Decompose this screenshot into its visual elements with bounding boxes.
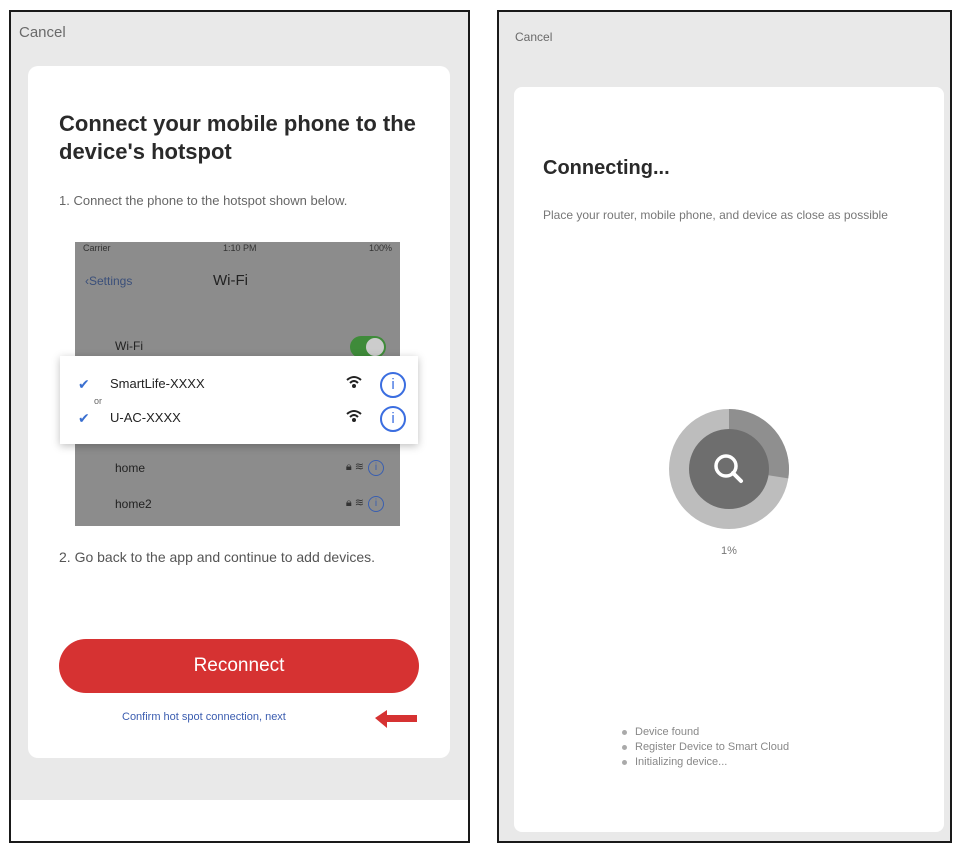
wifi-icon <box>346 409 362 426</box>
mock-back-label: Settings <box>89 274 133 288</box>
info-icon: i <box>368 496 384 512</box>
mock-wifi-toggle <box>350 336 386 358</box>
bullet-icon <box>622 729 627 735</box>
bottom-area <box>11 800 468 841</box>
toggle-knob <box>366 338 384 356</box>
info-icon: i <box>380 406 406 432</box>
page-title: Connect your mobile phone to the device'… <box>59 111 416 164</box>
wifi-icon <box>346 375 362 392</box>
connecting-description: Place your router, mobile phone, and dev… <box>543 208 888 222</box>
page-title: Connecting... <box>543 157 670 179</box>
bullet-icon <box>622 744 627 750</box>
cancel-button[interactable]: Cancel <box>515 30 552 44</box>
info-icon: i <box>380 372 406 398</box>
mock-battery: 100% <box>368 243 392 253</box>
or-separator: or <box>94 396 103 406</box>
check-icon: ✔ <box>78 376 90 392</box>
progress-ring <box>663 403 795 535</box>
mock-wifi-label: Wi-Fi <box>115 339 143 353</box>
hotspot-row: ✔ U-AC-XXXX i <box>60 406 418 434</box>
hotspot-ssid: SmartLife-XXXX <box>110 376 205 391</box>
progress-percent: 1% <box>721 545 737 557</box>
step-one-text: 1. Connect the phone to the hotspot show… <box>59 193 348 208</box>
mock-time: 1:10 PM <box>222 243 257 253</box>
status-item: Initializing device... <box>622 755 789 770</box>
cancel-button[interactable]: Cancel <box>19 24 66 41</box>
hotspot-ssid: U-AC-XXXX <box>110 410 181 425</box>
hotspot-network-popup: ✔ SmartLife-XXXX i or ✔ U-AC-XXXX i <box>60 356 418 444</box>
arrow-pointer-icon <box>375 710 417 728</box>
lock-icon: 🔒︎ <box>345 497 352 509</box>
mock-network-name: home <box>115 461 146 475</box>
check-icon: ✔ <box>78 410 90 426</box>
mock-status-bar: Carrier 1:10 PM 100% <box>75 242 400 254</box>
right-phone-screen: Cancel Connecting... Place your router, … <box>497 10 952 843</box>
status-item: Device found <box>622 725 789 740</box>
connection-status-list: Device found Register Device to Smart Cl… <box>622 725 789 770</box>
bullet-icon <box>622 759 627 765</box>
left-phone-screen: Cancel Connect your mobile phone to the … <box>9 10 470 843</box>
mock-back-link: ‹Settings <box>85 274 132 288</box>
mock-carrier: Carrier <box>83 243 111 253</box>
confirm-hotspot-link[interactable]: Confirm hot spot connection, next <box>122 711 286 723</box>
status-item: Register Device to Smart Cloud <box>622 740 789 755</box>
connecting-card: Connecting... Place your router, mobile … <box>514 87 944 832</box>
step-two-text: 2. Go back to the app and continue to ad… <box>59 549 375 565</box>
info-icon: i <box>368 460 384 476</box>
wifi-icon: ≋ <box>354 497 364 509</box>
hotspot-row: ✔ SmartLife-XXXX i <box>60 372 418 400</box>
mock-network-row: home 🔒︎ ≋ i <box>75 458 400 480</box>
hotspot-instructions-card: Connect your mobile phone to the device'… <box>28 66 450 758</box>
mock-network-name: home2 <box>115 497 152 511</box>
reconnect-button[interactable]: Reconnect <box>59 639 419 693</box>
lock-icon: 🔒︎ <box>345 461 352 473</box>
mock-wifi-title: Wi-Fi <box>213 272 248 289</box>
mock-network-row: home2 🔒︎ ≋ i <box>75 494 400 516</box>
wifi-icon: ≋ <box>354 461 364 473</box>
